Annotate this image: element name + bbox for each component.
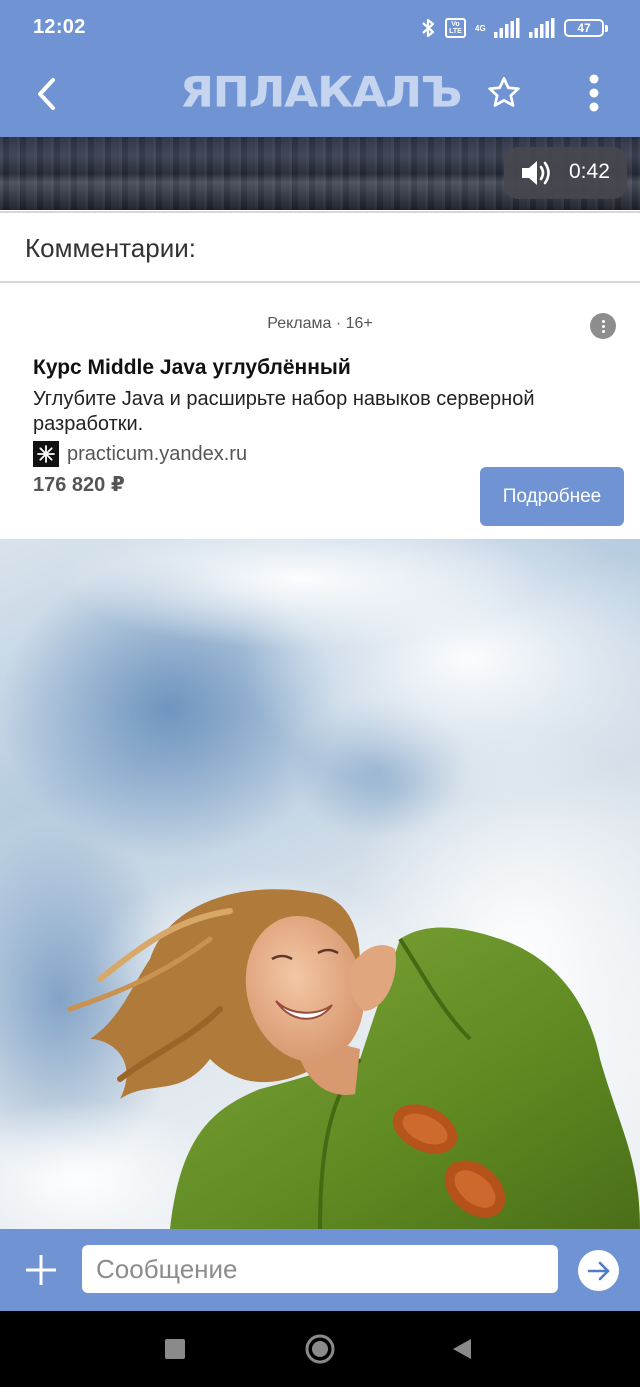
video-player[interactable]: 0:42	[0, 137, 640, 210]
system-nav-bar	[0, 1311, 640, 1387]
app-bar: ЯПЛАКАЛЪ	[0, 55, 640, 137]
star-outline-icon	[488, 77, 520, 107]
ad-details-button[interactable]: Подробнее	[480, 467, 624, 526]
more-options-button[interactable]	[572, 69, 616, 117]
ad-source[interactable]: practicum.yandex.ru	[33, 441, 247, 467]
ad-card[interactable]: Реклама · 16+ Курс Middle Java углублённ…	[0, 285, 640, 539]
volte-badge: Vo LTE	[445, 18, 466, 38]
ad-more-button[interactable]	[590, 313, 616, 339]
ad-source-domain: practicum.yandex.ru	[67, 442, 248, 465]
practicum-logo-icon	[33, 441, 59, 467]
favorite-button[interactable]	[480, 69, 528, 117]
square-icon[interactable]	[164, 1338, 186, 1360]
speaker-icon	[522, 161, 550, 185]
status-icons: Vo LTE 4G 47	[420, 15, 608, 41]
ad-description: Углубите Java и расширьте набор навыков …	[33, 388, 535, 435]
ad-image[interactable]	[0, 539, 640, 1229]
back-button[interactable]	[24, 71, 70, 117]
circle-icon[interactable]	[304, 1333, 336, 1365]
comments-header: Комментарии:	[0, 211, 640, 283]
comments-title: Комментарии:	[25, 233, 196, 263]
video-duration: 0:42	[569, 160, 610, 183]
status-bar: 12:02 Vo LTE 4G 47	[0, 0, 640, 55]
triangle-left-icon[interactable]	[450, 1337, 474, 1361]
plus-icon	[26, 1255, 56, 1285]
battery-icon: 47	[564, 19, 608, 37]
ad-label: Реклама · 16+	[267, 315, 373, 332]
message-input[interactable]	[82, 1245, 558, 1293]
ad-title[interactable]: Курс Middle Java углублённый	[33, 356, 351, 380]
arrow-right-icon	[587, 1261, 609, 1280]
add-attachment-button[interactable]	[20, 1249, 62, 1291]
status-time: 12:02	[33, 16, 86, 38]
signal-icon	[494, 18, 520, 38]
video-sound-chip[interactable]: 0:42	[504, 147, 627, 199]
send-button[interactable]	[578, 1250, 619, 1291]
chevron-left-icon	[38, 78, 55, 110]
app-logo: ЯПЛАКАЛЪ	[180, 67, 462, 123]
signal-icon-secondary	[529, 18, 555, 38]
app-logo-text: ЯПЛАКАЛЪ	[180, 68, 462, 117]
network-type: 4G	[475, 23, 486, 33]
ad-price: 176 820 ₽	[33, 474, 125, 496]
bluetooth-icon	[422, 18, 435, 38]
more-vertical-icon	[589, 74, 599, 112]
message-bar	[0, 1229, 640, 1311]
